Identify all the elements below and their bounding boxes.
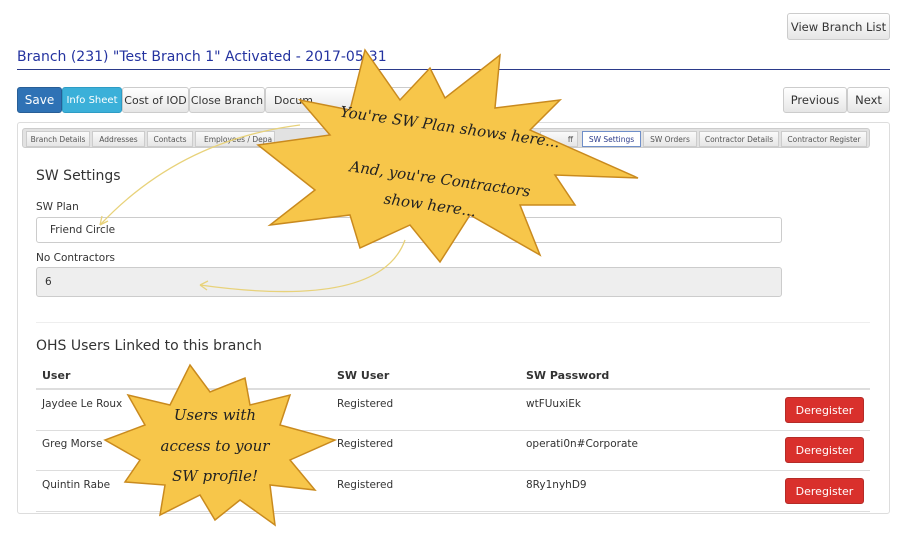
starburst-sw-plan — [256, 48, 639, 264]
arrow-to-contractors — [199, 239, 406, 293]
callout-overlay — [99, 48, 639, 527]
arrow-to-plan — [99, 124, 301, 226]
callout-users-text-1: Users with — [173, 406, 257, 424]
callout-users-text-3: SW profile! — [172, 467, 258, 485]
callout-users-text-2: access to your — [160, 437, 270, 455]
